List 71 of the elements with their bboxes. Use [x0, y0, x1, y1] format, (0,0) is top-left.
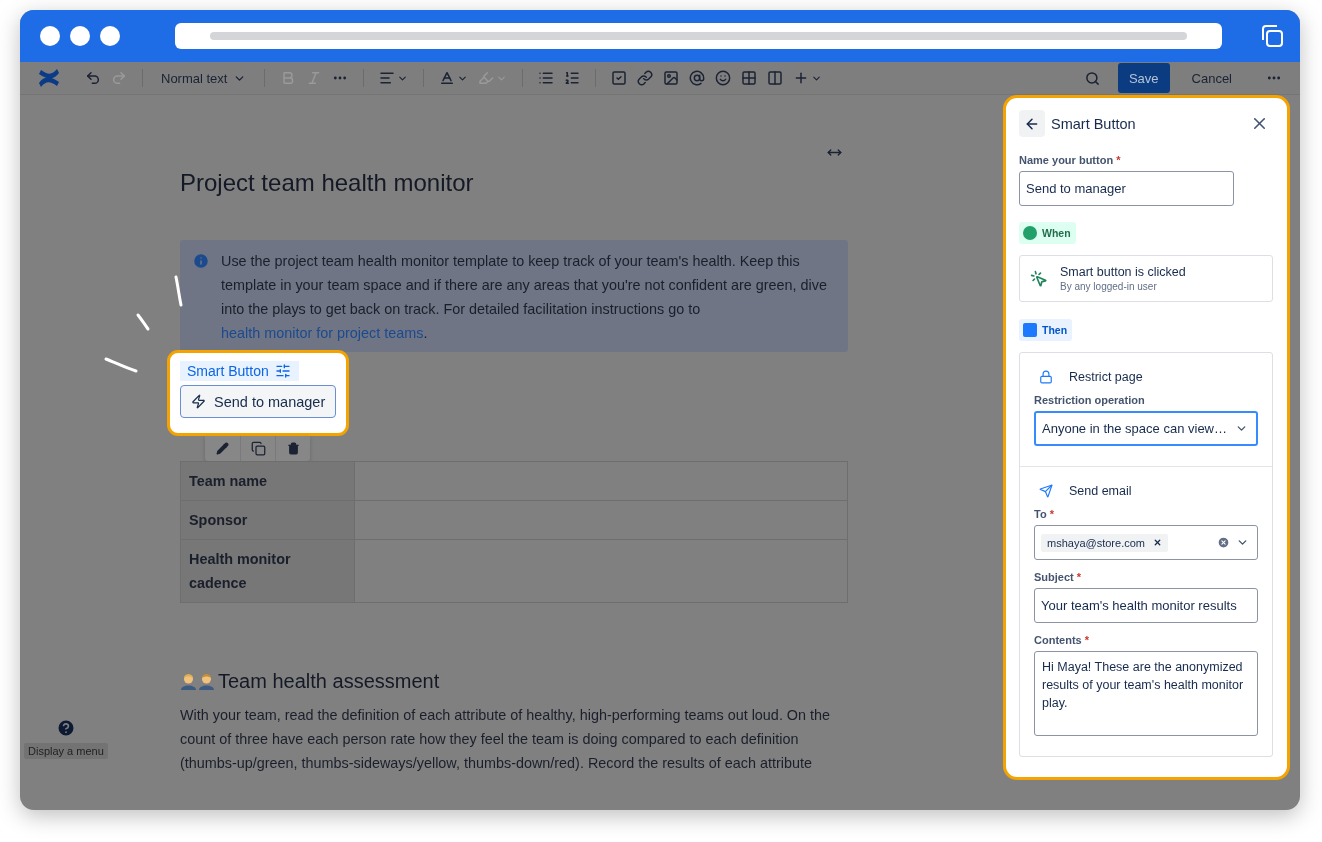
subject-field[interactable]: Your team's health monitor results [1034, 588, 1258, 623]
then-badge: Then [1019, 319, 1073, 341]
text-style-dropdown[interactable]: Normal text [153, 65, 255, 91]
cursor-click-icon [1030, 269, 1048, 288]
field-label: To * [1034, 508, 1055, 520]
person-icon [198, 672, 215, 690]
copy-icon [250, 441, 266, 456]
info-icon [192, 252, 210, 270]
link-icon [637, 70, 654, 86]
table-header-cell: Team name [181, 462, 355, 501]
field-label: Subject * [1034, 571, 1082, 583]
pencil-icon [216, 442, 229, 455]
send-icon [1039, 484, 1053, 498]
bullet-list-icon [538, 70, 555, 86]
tabs-icon[interactable] [1260, 24, 1284, 48]
paragraph: With your team, read the definition of each attribute of healthy, high-performing teams out loud. On the count of three have each person rate how they feel the team is doing compared to each definition (thumbs-up/green, thumbs-sideways/yellow, thumbs-down/red). Record the results of each attribute [180, 706, 832, 773]
window-control[interactable] [70, 26, 90, 46]
trigger-card[interactable]: Smart button is clicked By any logged-in user [1019, 255, 1273, 302]
required-asterisk: * [1049, 508, 1054, 520]
text-color-icon [439, 70, 456, 86]
field-label: Contents * [1034, 634, 1090, 646]
recipient-field[interactable]: mshaya@store.com [1034, 525, 1258, 560]
back-button[interactable] [1019, 110, 1045, 137]
required-asterisk: * [1076, 571, 1081, 583]
table-header-cell: Health monitor cadence [181, 540, 355, 602]
lock-icon [1039, 370, 1053, 384]
search-icon[interactable] [1084, 70, 1100, 86]
table-icon [741, 70, 758, 86]
align-left-icon [379, 70, 396, 86]
window-control[interactable] [100, 26, 120, 46]
highlighter-icon [478, 70, 495, 86]
image-icon [663, 70, 680, 86]
contents-field[interactable]: Hi Maya! These are the anonymized results of your team's health monitor play. [1034, 651, 1258, 736]
cancel-button[interactable]: Cancel [1183, 70, 1240, 86]
trigger-title: Smart button is clicked [1060, 265, 1186, 279]
required-asterisk: * [1084, 634, 1089, 646]
when-badge: When [1019, 222, 1076, 244]
action-title: Restrict page [1069, 370, 1143, 384]
window-control[interactable] [40, 26, 60, 46]
lightning-icon [191, 394, 206, 409]
tooltip: Display a menu [24, 743, 108, 759]
clear-icon[interactable] [1217, 536, 1230, 549]
columns-icon [767, 70, 784, 86]
field-label: Restriction operation [1034, 394, 1146, 406]
redo-icon [111, 70, 127, 86]
page-title: Project team health monitor [180, 168, 475, 198]
smart-button-label[interactable]: Smart Button [180, 361, 299, 381]
checkbox-icon [611, 70, 628, 86]
numbered-list-icon [564, 70, 581, 86]
required-asterisk: * [1116, 154, 1121, 166]
at-sign-icon [689, 70, 706, 86]
send-to-manager-button[interactable]: Send to manager [180, 385, 337, 418]
smiley-icon [715, 70, 732, 86]
sliders-icon [274, 363, 291, 379]
undo-icon [85, 70, 101, 86]
logo-icon[interactable] [38, 68, 60, 88]
trash-icon [286, 442, 300, 455]
select-field[interactable]: Anyone in the space can view… [1034, 411, 1258, 446]
section-heading: Team health assessment [218, 669, 440, 694]
action-title: Send email [1069, 484, 1132, 498]
info-text: Use the project team health monitor template to keep track of your team's health. Keep this template in your team space and if there are any areas that you're not confident are green, dive into the plays to get back on track. For detailed facilitation instructions go to health monitor for project teams. [221, 252, 828, 343]
table-header-cell: Sponsor [181, 501, 355, 540]
help-icon[interactable] [55, 718, 76, 738]
trigger-subtitle: By any logged-in user [1060, 281, 1158, 292]
save-button[interactable]: Save [1117, 63, 1170, 93]
person-icon [180, 672, 197, 690]
panel-title: Smart Button [1051, 115, 1136, 132]
button-name-field[interactable]: Send to manager [1019, 171, 1234, 206]
field-label: Name your button * [1019, 154, 1122, 166]
remove-icon[interactable] [1153, 538, 1162, 547]
email-tag: mshaya@store.com [1041, 533, 1168, 552]
